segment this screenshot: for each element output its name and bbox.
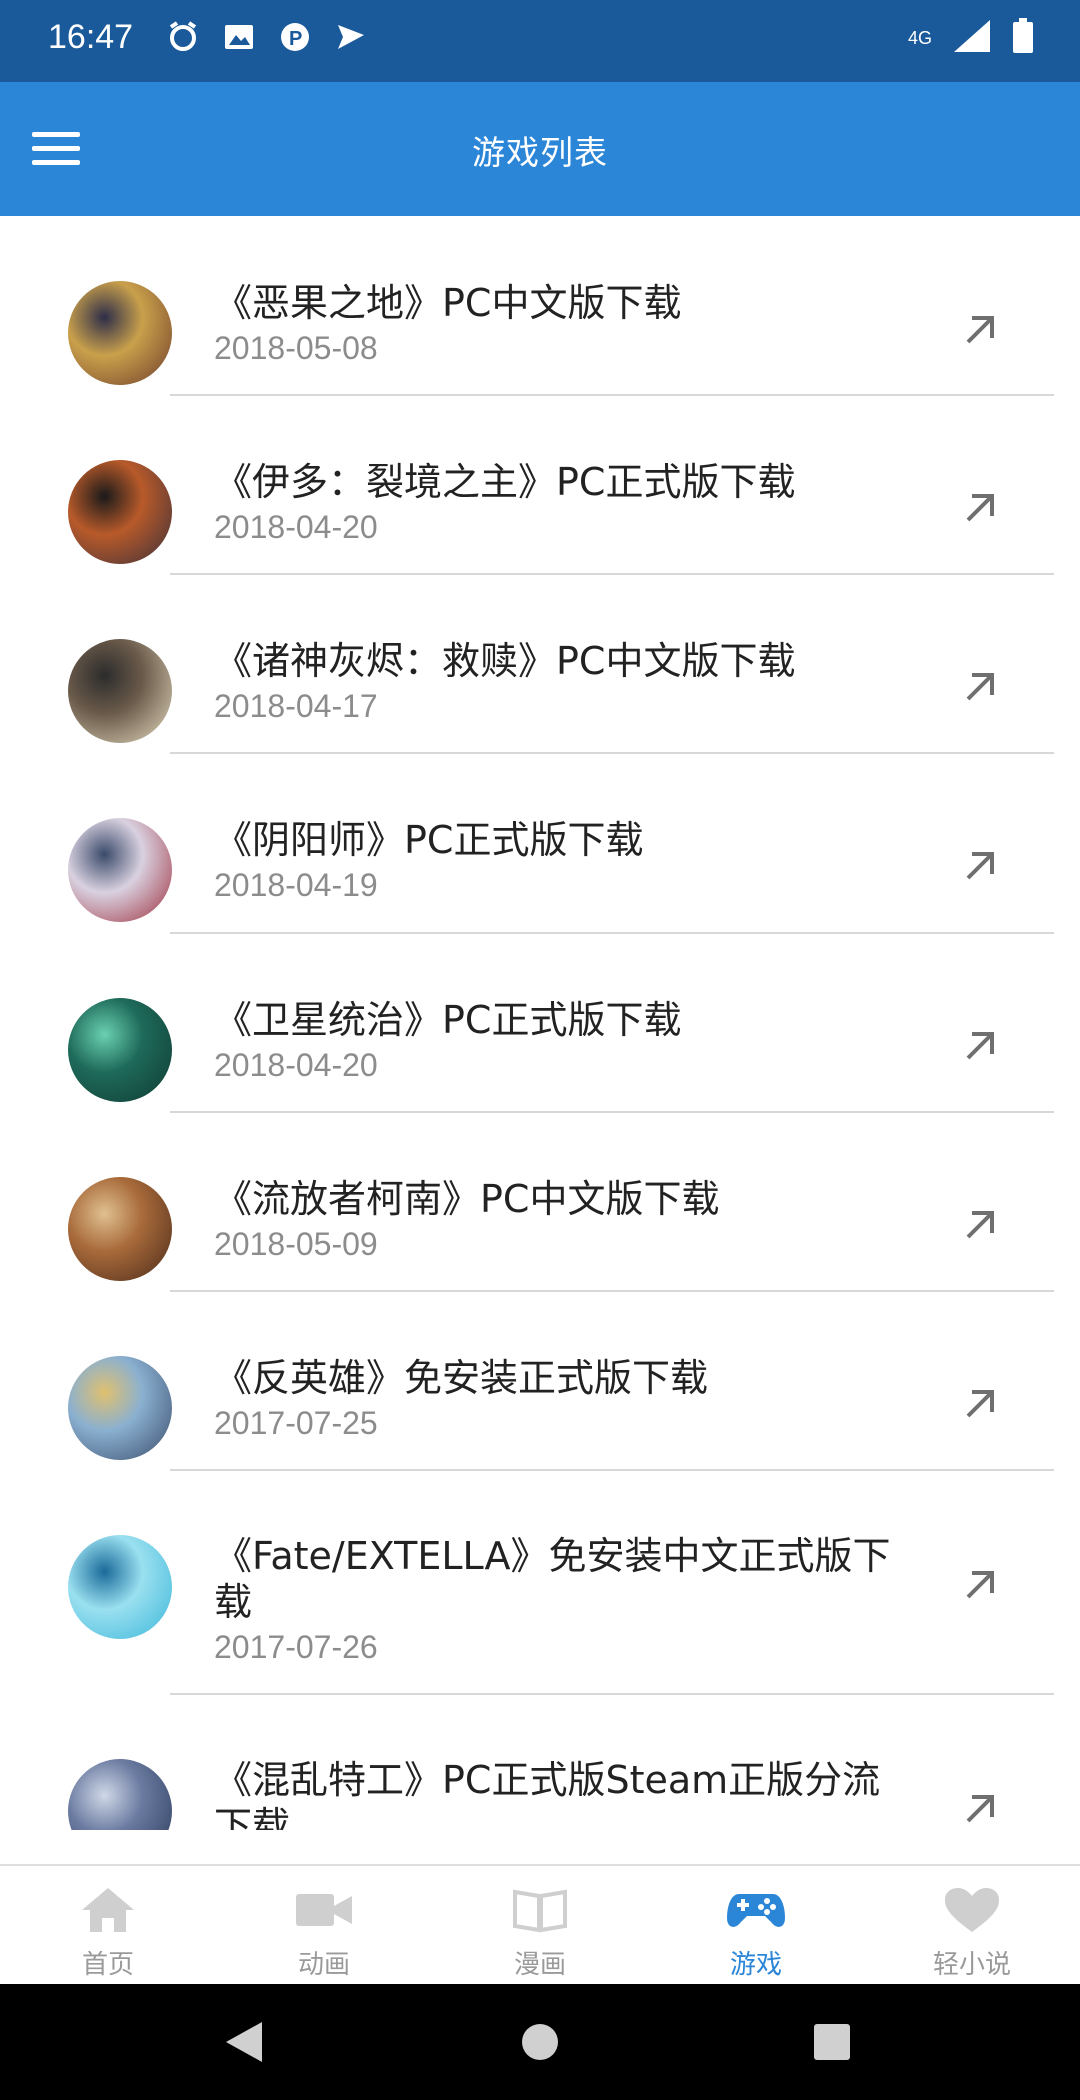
game-title: 《诸神灰烬：救赎》PC中文版下载 <box>214 639 796 683</box>
app-bar: 游戏列表 <box>0 82 1080 216</box>
home-icon <box>80 1886 136 1938</box>
list-item[interactable]: 《混乱特工》PC正式版Steam正版分流下载 <box>0 1695 1080 1830</box>
game-date: 2018-04-20 <box>214 509 378 545</box>
game-thumbnail <box>68 639 172 743</box>
open-arrow-icon[interactable] <box>958 1787 1002 1830</box>
gamepad-icon <box>725 1886 787 1938</box>
open-arrow-icon[interactable] <box>958 308 1002 352</box>
system-nav-bar <box>0 1984 1080 2100</box>
page-title: 游戏列表 <box>472 133 608 172</box>
game-title: 《恶果之地》PC中文版下载 <box>214 281 682 325</box>
image-icon <box>222 20 256 54</box>
game-thumbnail <box>68 1535 172 1639</box>
list-item[interactable]: 《阴阳师》PC正式版下载 2018-04-19 <box>0 754 1080 934</box>
heart-icon <box>943 1886 1001 1938</box>
open-arrow-icon[interactable] <box>958 665 1002 709</box>
open-arrow-icon[interactable] <box>958 1382 1002 1426</box>
signal-icon <box>952 18 992 58</box>
game-thumbnail <box>68 818 172 922</box>
list-item[interactable]: 《诸神灰烬：救赎》PC中文版下载 2018-04-17 <box>0 575 1080 754</box>
nav-light-novel[interactable]: 轻小说 <box>864 1866 1080 1986</box>
nav-label: 游戏 <box>729 1950 782 1980</box>
send-icon <box>334 20 368 54</box>
game-title: 《流放者柯南》PC中文版下载 <box>214 1177 720 1221</box>
game-date: 2018-05-09 <box>214 1226 378 1262</box>
game-thumbnail <box>68 281 172 385</box>
nav-label: 动画 <box>297 1950 350 1980</box>
home-circle-icon[interactable] <box>520 2022 560 2066</box>
svg-text:P: P <box>289 28 302 50</box>
game-title: 《阴阳师》PC正式版下载 <box>214 818 644 862</box>
open-arrow-icon[interactable] <box>958 486 1002 530</box>
open-arrow-icon[interactable] <box>958 1203 1002 1247</box>
list-item[interactable]: 《恶果之地》PC中文版下载 2018-05-08 <box>0 216 1080 396</box>
nav-comic[interactable]: 漫画 <box>432 1866 648 1986</box>
game-thumbnail <box>68 460 172 564</box>
list-item[interactable]: 《Fate/EXTELLA》免安装中文正式版下载 2017-07-26 <box>0 1471 1080 1695</box>
game-date: 2018-04-19 <box>214 867 378 903</box>
nav-animation[interactable]: 动画 <box>216 1866 432 1986</box>
nav-label: 漫画 <box>513 1950 566 1980</box>
recents-icon[interactable] <box>812 2022 852 2066</box>
game-date: 2017-07-26 <box>214 1629 378 1665</box>
list-item[interactable]: 《流放者柯南》PC中文版下载 2018-05-09 <box>0 1113 1080 1292</box>
game-title: 《混乱特工》PC正式版Steam正版分流下载 <box>214 1758 881 1830</box>
game-date: 2018-04-17 <box>214 688 378 724</box>
game-date: 2017-07-25 <box>214 1405 378 1441</box>
game-thumbnail <box>68 1177 172 1281</box>
open-arrow-icon[interactable] <box>958 1563 1002 1607</box>
game-thumbnail <box>68 998 172 1102</box>
game-title: 《卫星统治》PC正式版下载 <box>214 998 682 1042</box>
open-arrow-icon[interactable] <box>958 844 1002 888</box>
list-item[interactable]: 《卫星统治》PC正式版下载 2018-04-20 <box>0 934 1080 1113</box>
open-arrow-icon[interactable] <box>958 1024 1002 1068</box>
bottom-nav: 首页 动画 漫画 游戏 轻小说 <box>0 1864 1080 1986</box>
game-date: 2018-04-20 <box>214 1047 378 1083</box>
list-item[interactable]: 《伊多：裂境之主》PC正式版下载 2018-04-20 <box>0 396 1080 575</box>
game-thumbnail <box>68 1356 172 1460</box>
list-item[interactable]: 《反英雄》免安装正式版下载 2017-07-25 <box>0 1292 1080 1471</box>
video-camera-icon <box>294 1886 354 1938</box>
game-title: 《伊多：裂境之主》PC正式版下载 <box>214 460 796 504</box>
book-icon <box>511 1886 569 1938</box>
game-thumbnail <box>68 1759 172 1830</box>
alarm-icon <box>166 20 200 54</box>
nav-label: 首页 <box>81 1950 134 1980</box>
battery-icon <box>1012 18 1034 58</box>
game-title: 《反英雄》免安装正式版下载 <box>214 1356 709 1400</box>
nav-label: 轻小说 <box>932 1950 1011 1980</box>
status-time: 16:47 <box>48 18 134 56</box>
back-icon[interactable] <box>222 2018 266 2070</box>
parking-icon: P <box>278 20 312 54</box>
game-title: 《Fate/EXTELLA》免安装中文正式版下载 <box>214 1534 891 1624</box>
nav-home[interactable]: 首页 <box>0 1866 216 1986</box>
game-date: 2018-05-08 <box>214 330 378 366</box>
status-bar: 16:47 P 4G <box>0 0 1080 82</box>
nav-games[interactable]: 游戏 <box>648 1866 864 1986</box>
game-list[interactable]: 《恶果之地》PC中文版下载 2018-05-08 《伊多：裂境之主》PC正式版下… <box>0 216 1080 1830</box>
network-type: 4G <box>907 28 932 48</box>
